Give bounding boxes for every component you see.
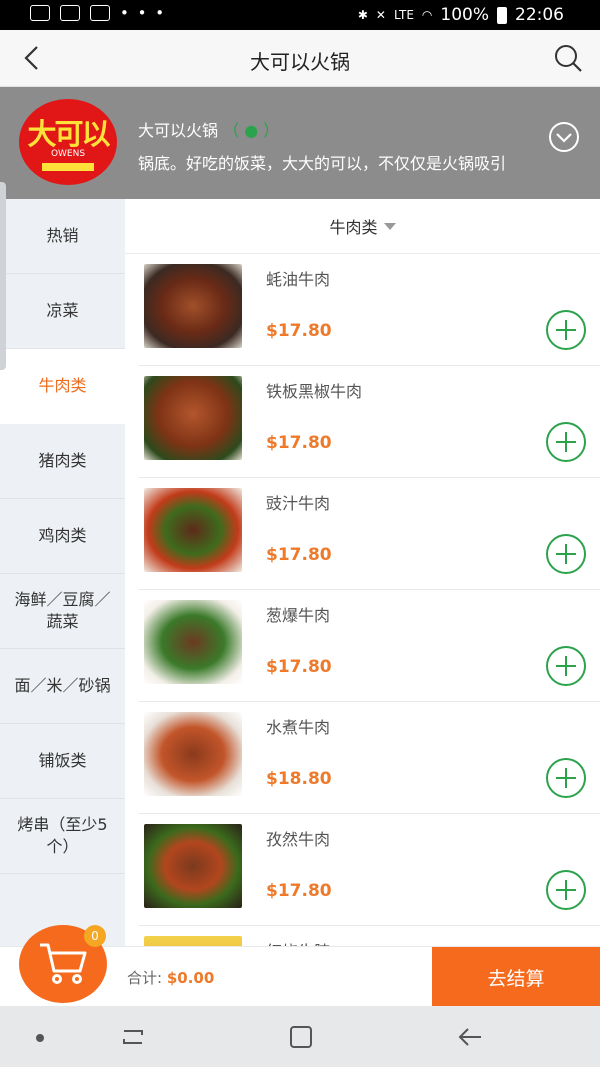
logo-text: 大可以	[27, 117, 110, 151]
product-name: 红烧牛腩	[266, 938, 330, 946]
product-item[interactable]: 水煮牛肉 $18.80	[139, 702, 600, 814]
cart-total-value: $0.00	[166, 969, 215, 987]
checkout-button[interactable]: 去结算	[432, 947, 600, 1007]
category-cold-dishes[interactable]: 凉菜	[0, 274, 125, 349]
product-image[interactable]	[144, 600, 242, 684]
product-image[interactable]	[144, 376, 242, 460]
product-image[interactable]	[144, 712, 242, 796]
product-price: $17.80	[266, 881, 332, 901]
product-image[interactable]	[144, 936, 242, 946]
category-beef[interactable]: 牛肉类	[0, 349, 125, 424]
more-notifications-icon: • • •	[120, 4, 167, 22]
network-label: LTE	[393, 8, 414, 22]
logo-subtext: OWENS	[50, 149, 86, 159]
battery-icon	[497, 6, 507, 24]
product-name: 豉汁牛肉	[266, 494, 331, 513]
side-drawer-handle[interactable]	[0, 182, 6, 370]
product-price: $17.80	[266, 433, 332, 453]
category-rice-plates[interactable]: 铺饭类	[0, 724, 125, 799]
gallery-icon	[60, 5, 80, 21]
clock: 22:06	[515, 5, 564, 25]
category-pork[interactable]: 猪肉类	[0, 424, 125, 499]
shopping-cart-icon	[40, 943, 87, 984]
caret-down-icon	[383, 222, 396, 230]
cart-bar: 0 合计: $0.00 去结算	[0, 925, 600, 1007]
shop-name: 大可以火锅 （ ● ）	[138, 117, 279, 141]
cart-total: 合计: $0.00	[127, 967, 214, 988]
dot-icon[interactable]	[36, 1034, 44, 1042]
add-to-cart-button[interactable]	[546, 646, 586, 686]
product-price: $17.80	[266, 657, 332, 677]
category-filter[interactable]: 牛肉类	[125, 199, 600, 254]
product-item[interactable]: 葱爆牛肉 $17.80	[139, 590, 600, 702]
product-item[interactable]: 孜然牛肉 $17.80	[139, 814, 600, 926]
system-nav-bar	[0, 1006, 600, 1067]
product-image[interactable]	[144, 488, 242, 572]
product-name: 蚝油牛肉	[266, 270, 331, 289]
product-image[interactable]	[144, 264, 242, 348]
category-noodle-rice-claypot[interactable]: 面／米／砂锅	[0, 649, 125, 724]
add-to-cart-button[interactable]	[546, 534, 586, 574]
cart-total-label: 合计:	[127, 969, 167, 987]
shop-description: 锅底。好吃的饭菜，大大的可以，不仅仅是火锅吸引	[138, 154, 507, 173]
product-name: 水煮牛肉	[266, 718, 331, 737]
product-item[interactable]: 豉汁牛肉 $17.80	[139, 478, 600, 590]
product-price: $18.80	[266, 769, 332, 789]
search-icon[interactable]	[552, 42, 584, 74]
product-image[interactable]	[144, 824, 242, 908]
battery-percent: 100%	[440, 5, 489, 25]
page-title: 大可以火锅	[250, 50, 350, 74]
home-icon[interactable]	[288, 1024, 314, 1050]
bluetooth-icon: ✱	[357, 8, 368, 22]
category-sidebar: 热销 凉菜 牛肉类 猪肉类 鸡肉类 海鲜／豆腐／蔬菜 面／米／砂锅 铺饭类 烤串…	[0, 199, 125, 946]
chevron-down-circle-icon[interactable]	[548, 121, 580, 153]
top-nav-bar: 大可以火锅	[0, 30, 600, 87]
category-filter-label: 牛肉类	[329, 218, 378, 237]
photo-icon	[90, 5, 110, 21]
shop-header: 大可以 OWENS 大可以火锅 （ ● ） 锅底。好吃的饭菜，大大的可以，不仅仅…	[0, 87, 600, 199]
wifi-icon: ◠	[421, 8, 433, 22]
product-name: 铁板黑椒牛肉	[266, 382, 363, 401]
product-name: 孜然牛肉	[266, 830, 331, 849]
add-to-cart-button[interactable]	[546, 422, 586, 462]
recent-apps-icon[interactable]	[120, 1026, 146, 1048]
product-item[interactable]: 铁板黑椒牛肉 $17.80	[139, 366, 600, 478]
product-name: 葱爆牛肉	[266, 606, 331, 625]
category-skewers[interactable]: 烤串（至少5个）	[0, 799, 125, 874]
product-list: 牛肉类 蚝油牛肉 $17.80 铁板黑椒牛肉 $17.80 豉汁牛肉 $17.8…	[125, 199, 600, 946]
sina-app-icon	[30, 5, 50, 21]
shop-logo: 大可以 OWENS	[19, 99, 117, 185]
category-chicken[interactable]: 鸡肉类	[0, 499, 125, 574]
mute-icon: ✕	[375, 8, 386, 22]
add-to-cart-button[interactable]	[546, 870, 586, 910]
product-item[interactable]: 蚝油牛肉 $17.80	[139, 254, 600, 366]
open-status-badge: （ ● ）	[223, 121, 280, 140]
product-item[interactable]: 红烧牛腩	[139, 926, 600, 946]
logo-tag	[42, 163, 94, 171]
add-to-cart-button[interactable]	[546, 310, 586, 350]
back-arrow-icon[interactable]	[456, 1024, 484, 1050]
cart-count-badge: 0	[84, 925, 106, 947]
shop-name-text: 大可以火锅	[138, 121, 219, 140]
status-bar: • • • ✱ ✕ LTE ◠ 100% 22:06	[0, 0, 600, 30]
add-to-cart-button[interactable]	[546, 758, 586, 798]
product-price: $17.80	[266, 545, 332, 565]
category-hot[interactable]: 热销	[0, 199, 125, 274]
product-price: $17.80	[266, 321, 332, 341]
category-seafood-tofu-veg[interactable]: 海鲜／豆腐／蔬菜	[0, 574, 125, 649]
